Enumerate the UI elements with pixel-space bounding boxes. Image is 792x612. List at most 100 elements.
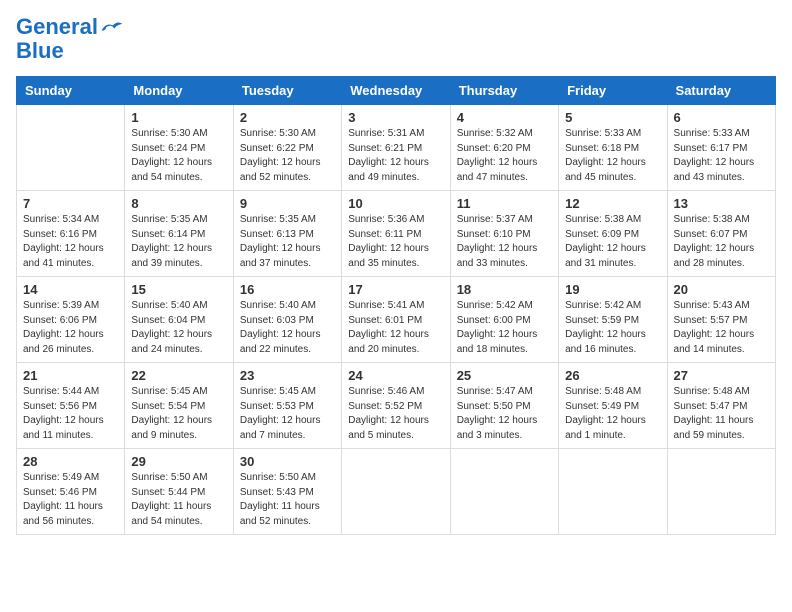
calendar-cell: 19 Sunrise: 5:42 AM Sunset: 5:59 PM Dayli… xyxy=(559,277,667,363)
col-header-wednesday: Wednesday xyxy=(342,77,450,105)
day-number: 11 xyxy=(457,196,552,211)
day-info: Sunrise: 5:43 AM Sunset: 5:57 PM Dayligh… xyxy=(674,299,769,357)
calendar-cell: 6 Sunrise: 5:33 AM Sunset: 6:17 PM Daylig… xyxy=(667,105,775,191)
col-header-tuesday: Tuesday xyxy=(233,77,341,105)
day-info: Sunrise: 5:40 AM Sunset: 6:03 PM Dayligh… xyxy=(240,299,335,357)
day-info: Sunrise: 5:49 AM Sunset: 5:46 PM Dayligh… xyxy=(23,471,118,529)
calendar-cell: 22 Sunrise: 5:45 AM Sunset: 5:54 PM Dayli… xyxy=(125,363,233,449)
calendar-cell: 25 Sunrise: 5:47 AM Sunset: 5:50 PM Dayli… xyxy=(450,363,558,449)
day-number: 18 xyxy=(457,282,552,297)
col-header-sunday: Sunday xyxy=(17,77,125,105)
day-info: Sunrise: 5:31 AM Sunset: 6:21 PM Dayligh… xyxy=(348,127,443,185)
day-info: Sunrise: 5:46 AM Sunset: 5:52 PM Dayligh… xyxy=(348,385,443,443)
day-number: 29 xyxy=(131,454,226,469)
day-number: 27 xyxy=(674,368,769,383)
day-number: 2 xyxy=(240,110,335,125)
day-info: Sunrise: 5:48 AM Sunset: 5:47 PM Dayligh… xyxy=(674,385,769,443)
calendar-cell: 20 Sunrise: 5:43 AM Sunset: 5:57 PM Dayli… xyxy=(667,277,775,363)
day-number: 13 xyxy=(674,196,769,211)
day-number: 26 xyxy=(565,368,660,383)
day-info: Sunrise: 5:42 AM Sunset: 6:00 PM Dayligh… xyxy=(457,299,552,357)
day-info: Sunrise: 5:41 AM Sunset: 6:01 PM Dayligh… xyxy=(348,299,443,357)
calendar-cell xyxy=(450,449,558,535)
calendar-cell: 23 Sunrise: 5:45 AM Sunset: 5:53 PM Dayli… xyxy=(233,363,341,449)
day-number: 30 xyxy=(240,454,335,469)
calendar-header-row: SundayMondayTuesdayWednesdayThursdayFrid… xyxy=(17,77,776,105)
calendar-cell: 9 Sunrise: 5:35 AM Sunset: 6:13 PM Daylig… xyxy=(233,191,341,277)
day-number: 8 xyxy=(131,196,226,211)
day-info: Sunrise: 5:38 AM Sunset: 6:07 PM Dayligh… xyxy=(674,213,769,271)
calendar-week-row: 28 Sunrise: 5:49 AM Sunset: 5:46 PM Dayli… xyxy=(17,449,776,535)
day-number: 23 xyxy=(240,368,335,383)
calendar-cell: 2 Sunrise: 5:30 AM Sunset: 6:22 PM Daylig… xyxy=(233,105,341,191)
day-info: Sunrise: 5:40 AM Sunset: 6:04 PM Dayligh… xyxy=(131,299,226,357)
day-number: 4 xyxy=(457,110,552,125)
calendar-week-row: 14 Sunrise: 5:39 AM Sunset: 6:06 PM Dayli… xyxy=(17,277,776,363)
page-header: General Blue xyxy=(16,16,776,64)
logo: General Blue xyxy=(16,16,124,64)
calendar-cell: 30 Sunrise: 5:50 AM Sunset: 5:43 PM Dayli… xyxy=(233,449,341,535)
day-info: Sunrise: 5:50 AM Sunset: 5:43 PM Dayligh… xyxy=(240,471,335,529)
calendar-cell: 27 Sunrise: 5:48 AM Sunset: 5:47 PM Dayli… xyxy=(667,363,775,449)
calendar-cell: 15 Sunrise: 5:40 AM Sunset: 6:04 PM Dayli… xyxy=(125,277,233,363)
col-header-saturday: Saturday xyxy=(667,77,775,105)
day-info: Sunrise: 5:47 AM Sunset: 5:50 PM Dayligh… xyxy=(457,385,552,443)
calendar-cell: 26Sunrise: 5:48 AM Sunset: 5:49 PM Dayli… xyxy=(559,363,667,449)
day-number: 24 xyxy=(348,368,443,383)
calendar-cell xyxy=(17,105,125,191)
calendar-week-row: 1Sunrise: 5:30 AM Sunset: 6:24 PM Daylig… xyxy=(17,105,776,191)
day-info: Sunrise: 5:45 AM Sunset: 5:53 PM Dayligh… xyxy=(240,385,335,443)
day-info: Sunrise: 5:33 AM Sunset: 6:17 PM Dayligh… xyxy=(674,127,769,185)
day-number: 9 xyxy=(240,196,335,211)
calendar-cell: 7Sunrise: 5:34 AM Sunset: 6:16 PM Daylig… xyxy=(17,191,125,277)
calendar-cell: 18 Sunrise: 5:42 AM Sunset: 6:00 PM Dayli… xyxy=(450,277,558,363)
day-info: Sunrise: 5:34 AM Sunset: 6:16 PM Dayligh… xyxy=(23,213,118,271)
calendar-week-row: 21 Sunrise: 5:44 AM Sunset: 5:56 PM Dayli… xyxy=(17,363,776,449)
calendar-cell: 12Sunrise: 5:38 AM Sunset: 6:09 PM Dayli… xyxy=(559,191,667,277)
day-info: Sunrise: 5:38 AM Sunset: 6:09 PM Dayligh… xyxy=(565,213,660,271)
day-number: 20 xyxy=(674,282,769,297)
calendar-week-row: 7Sunrise: 5:34 AM Sunset: 6:16 PM Daylig… xyxy=(17,191,776,277)
day-info: Sunrise: 5:35 AM Sunset: 6:13 PM Dayligh… xyxy=(240,213,335,271)
calendar-cell: 29Sunrise: 5:50 AM Sunset: 5:44 PM Dayli… xyxy=(125,449,233,535)
day-info: Sunrise: 5:44 AM Sunset: 5:56 PM Dayligh… xyxy=(23,385,118,443)
day-info: Sunrise: 5:32 AM Sunset: 6:20 PM Dayligh… xyxy=(457,127,552,185)
day-info: Sunrise: 5:30 AM Sunset: 6:22 PM Dayligh… xyxy=(240,127,335,185)
calendar-cell: 1Sunrise: 5:30 AM Sunset: 6:24 PM Daylig… xyxy=(125,105,233,191)
calendar-cell: 4 Sunrise: 5:32 AM Sunset: 6:20 PM Daylig… xyxy=(450,105,558,191)
day-number: 21 xyxy=(23,368,118,383)
day-number: 3 xyxy=(348,110,443,125)
day-info: Sunrise: 5:42 AM Sunset: 5:59 PM Dayligh… xyxy=(565,299,660,357)
calendar-cell: 8 Sunrise: 5:35 AM Sunset: 6:14 PM Daylig… xyxy=(125,191,233,277)
day-number: 10 xyxy=(348,196,443,211)
day-info: Sunrise: 5:37 AM Sunset: 6:10 PM Dayligh… xyxy=(457,213,552,271)
day-number: 28 xyxy=(23,454,118,469)
logo-bottom-text: Blue xyxy=(16,38,64,64)
calendar-cell xyxy=(342,449,450,535)
day-number: 22 xyxy=(131,368,226,383)
day-info: Sunrise: 5:39 AM Sunset: 6:06 PM Dayligh… xyxy=(23,299,118,357)
calendar-table: SundayMondayTuesdayWednesdayThursdayFrid… xyxy=(16,76,776,535)
day-info: Sunrise: 5:35 AM Sunset: 6:14 PM Dayligh… xyxy=(131,213,226,271)
calendar-cell: 21 Sunrise: 5:44 AM Sunset: 5:56 PM Dayli… xyxy=(17,363,125,449)
calendar-cell: 17 Sunrise: 5:41 AM Sunset: 6:01 PM Dayli… xyxy=(342,277,450,363)
day-number: 5 xyxy=(565,110,660,125)
day-number: 6 xyxy=(674,110,769,125)
day-number: 14 xyxy=(23,282,118,297)
day-number: 19 xyxy=(565,282,660,297)
day-info: Sunrise: 5:36 AM Sunset: 6:11 PM Dayligh… xyxy=(348,213,443,271)
col-header-friday: Friday xyxy=(559,77,667,105)
calendar-cell: 11 Sunrise: 5:37 AM Sunset: 6:10 PM Dayli… xyxy=(450,191,558,277)
day-number: 17 xyxy=(348,282,443,297)
logo-bird-icon xyxy=(100,18,124,36)
calendar-cell xyxy=(559,449,667,535)
calendar-cell: 16 Sunrise: 5:40 AM Sunset: 6:03 PM Dayli… xyxy=(233,277,341,363)
day-number: 16 xyxy=(240,282,335,297)
logo-text: General xyxy=(16,16,98,38)
calendar-cell: 10 Sunrise: 5:36 AM Sunset: 6:11 PM Dayli… xyxy=(342,191,450,277)
day-info: Sunrise: 5:45 AM Sunset: 5:54 PM Dayligh… xyxy=(131,385,226,443)
day-number: 25 xyxy=(457,368,552,383)
day-number: 15 xyxy=(131,282,226,297)
col-header-thursday: Thursday xyxy=(450,77,558,105)
calendar-cell: 24 Sunrise: 5:46 AM Sunset: 5:52 PM Dayli… xyxy=(342,363,450,449)
